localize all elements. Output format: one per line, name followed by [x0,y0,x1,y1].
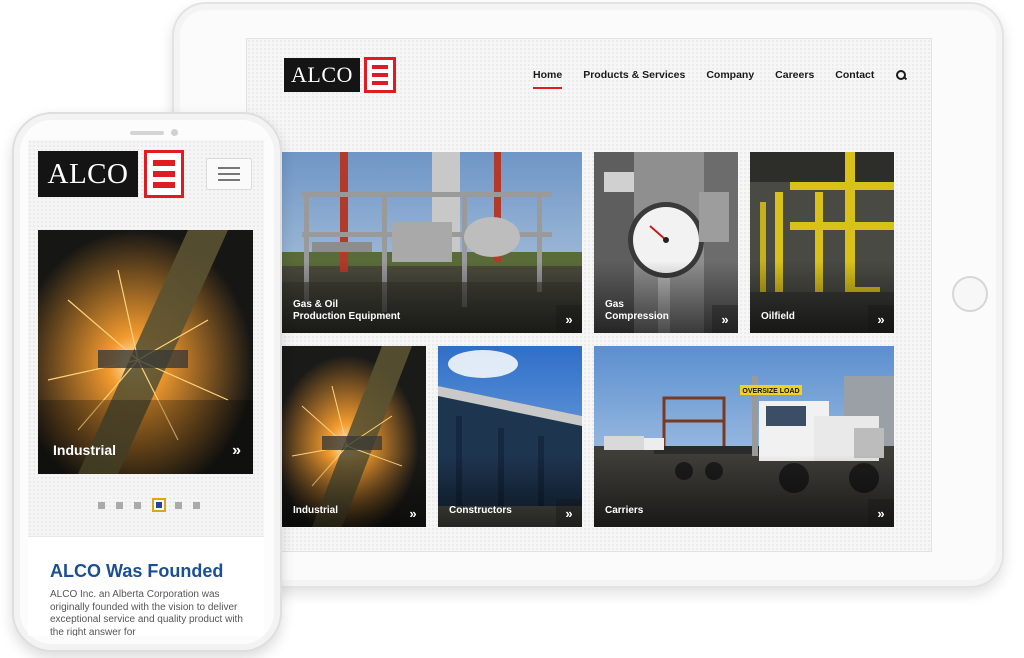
carousel-dots [98,498,211,512]
about-text: ALCO Inc. an Alberta Corporation was ori… [50,589,243,636]
tile-gas-oil-production[interactable]: Gas & Oil Production Equipment » [282,152,582,333]
nav-products-services[interactable]: Products & Services [583,69,685,81]
tile-industrial[interactable]: Industrial » [282,346,426,527]
tile-carriers[interactable]: OVERSIZE LOAD Carriers » [594,346,894,527]
chevron-double-right-icon[interactable]: » [868,305,894,333]
welding-sparks-image [38,230,253,474]
nav-home[interactable]: Home [533,69,563,89]
chevron-double-right-icon[interactable]: » [868,499,894,527]
search-icon[interactable] [896,70,907,80]
tile-label: Gas Compression [605,299,669,322]
carousel-dot-active[interactable] [152,498,166,512]
nav-company[interactable]: Company [706,69,754,81]
logo-wordmark: ALCO [38,151,138,197]
phone-screen: ALCO Industrial » ALCO Was Founded ALCO … [28,140,264,636]
logo-bars-icon [144,150,184,198]
tablet-home-button [952,276,988,312]
tile-label: Gas & Oil Production Equipment [293,299,401,322]
chevron-double-right-icon[interactable]: » [556,305,582,333]
tile-gas-compression[interactable]: Gas Compression » [594,152,738,333]
nav-careers[interactable]: Careers [775,69,814,81]
carousel-dot[interactable] [175,501,182,509]
chevron-double-right-icon[interactable]: » [400,499,426,527]
tile-oilfield[interactable]: Oilfield » [750,152,894,333]
tablet-logo[interactable]: ALCO [284,57,396,93]
truck-sign-text: OVERSIZE LOAD [742,388,799,395]
carousel-dot[interactable] [98,501,105,509]
hamburger-menu-icon[interactable] [206,158,252,190]
chevron-double-right-icon[interactable]: » [232,442,241,460]
tablet-screen: ALCO Home Products & Services Company Ca… [246,38,932,552]
tile-label: Oilfield [761,311,795,322]
carousel-dot[interactable] [116,501,123,509]
about-title: ALCO Was Founded [50,561,224,581]
carousel-dot[interactable] [134,501,141,509]
about-card: ALCO Was Founded ALCO Inc. an Alberta Co… [28,536,264,636]
tile-constructors[interactable]: Constructors » [438,346,582,527]
logo-bars-icon [364,57,396,93]
nav-contact[interactable]: Contact [835,69,874,81]
chevron-double-right-icon[interactable]: » [712,305,738,333]
phone-speaker [130,131,164,135]
carousel-dot[interactable] [193,501,200,509]
tile-label: Industrial [293,505,339,516]
hero-label: Industrial [53,442,117,458]
tile-label: Carriers [605,505,644,516]
logo-wordmark: ALCO [284,58,360,92]
phone-camera [171,129,178,136]
tablet-nav: Home Products & Services Company Careers… [533,69,907,89]
tile-label: Constructors [449,505,512,516]
chevron-double-right-icon[interactable]: » [556,499,582,527]
phone-hero-industrial[interactable]: Industrial » [38,230,253,474]
phone-logo[interactable]: ALCO [38,150,184,198]
